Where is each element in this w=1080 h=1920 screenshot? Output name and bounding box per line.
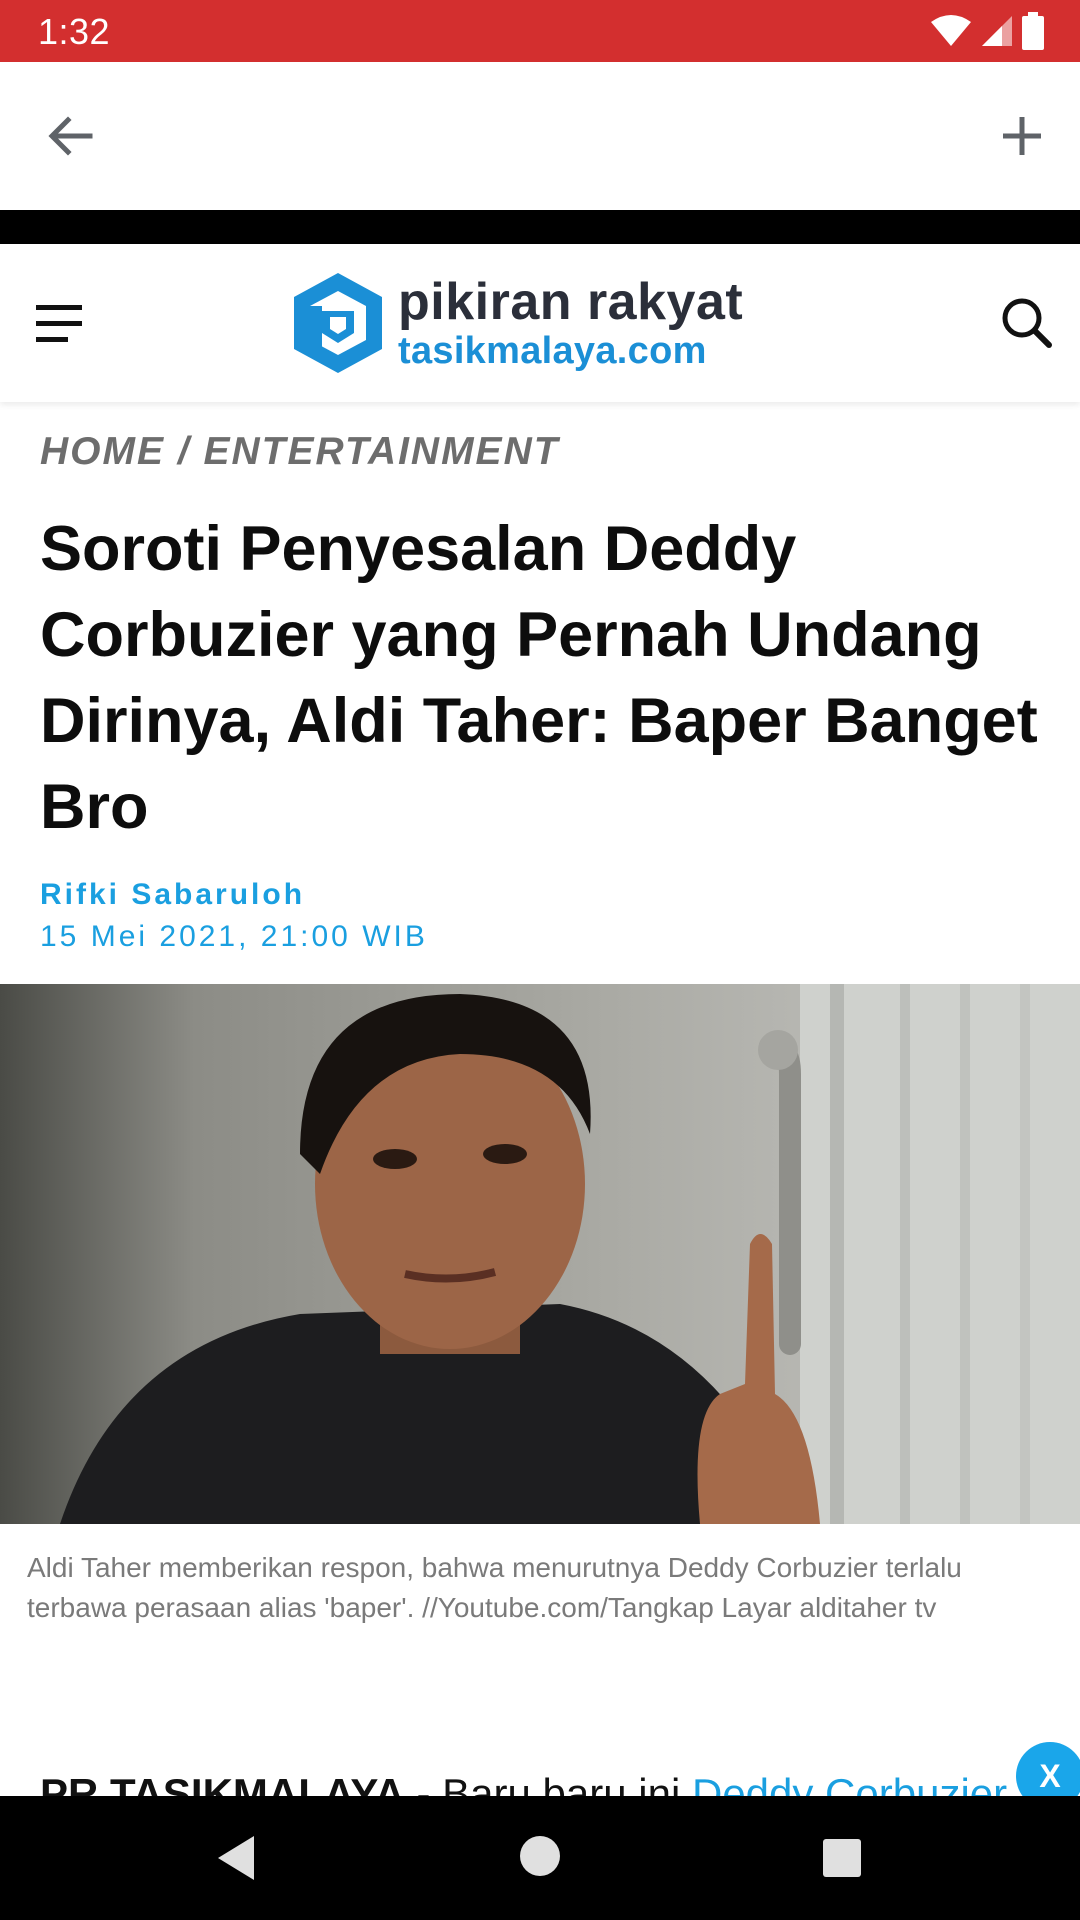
body-text: - Baru baru ini (404, 1770, 692, 1796)
site-header: pikiran rakyat tasikmalaya.com (0, 244, 1080, 402)
body-link-deddy-corbuzier[interactable]: Deddy Corbuzier (692, 1770, 1007, 1796)
site-logo-icon (294, 273, 382, 373)
publish-date: 15 Mei 2021, 21:00 WIB (40, 920, 428, 953)
app-toolbar (0, 62, 1080, 210)
logo-text: pikiran rakyat tasikmalaya.com (398, 276, 743, 370)
system-nav-bar (0, 1796, 1080, 1920)
plus-icon (1003, 117, 1041, 155)
nav-home-icon (520, 1836, 560, 1876)
back-button[interactable] (40, 106, 100, 166)
nav-recents-icon (823, 1839, 861, 1877)
nav-home-button[interactable] (514, 1830, 566, 1882)
wifi-icon (931, 15, 971, 46)
article-photo (0, 984, 1080, 1524)
status-time: 1:32 (38, 11, 111, 52)
nav-back-icon (218, 1836, 254, 1880)
hamburger-menu-icon (36, 305, 82, 342)
add-button[interactable] (992, 106, 1052, 166)
back-arrow-icon (48, 116, 93, 156)
logo-domain: tasikmalaya.com (398, 330, 707, 372)
status-icons (930, 12, 1044, 50)
menu-button[interactable] (34, 299, 86, 347)
page-top-divider (0, 210, 1080, 244)
status-bar: 1:32 (0, 0, 1080, 62)
site-logo[interactable]: pikiran rakyat tasikmalaya.com (292, 268, 743, 378)
search-icon (1002, 298, 1052, 348)
author-link[interactable]: Rifki Sabaruloh (40, 878, 305, 912)
cell-signal-icon (982, 16, 1012, 46)
photo-illustration (60, 984, 1080, 1524)
body-lead: PR TASIKMALAYA (40, 1770, 405, 1796)
search-button[interactable] (1000, 296, 1052, 348)
article-body-first-line: PR TASIKMALAYA - Baru baru ini Deddy Cor… (40, 1764, 1050, 1796)
nav-back-button[interactable] (212, 1832, 264, 1884)
logo-title: pikiran rakyat (398, 273, 744, 331)
breadcrumb[interactable]: HOME / ENTERTAINMENT (40, 430, 560, 474)
photo-caption: Aldi Taher memberikan respon, bahwa menu… (27, 1552, 962, 1623)
article-headline: Soroti Penyesalan Deddy Corbuzier yang P… (40, 514, 1038, 842)
nav-recents-button[interactable] (816, 1832, 868, 1884)
battery-icon (1022, 12, 1044, 50)
